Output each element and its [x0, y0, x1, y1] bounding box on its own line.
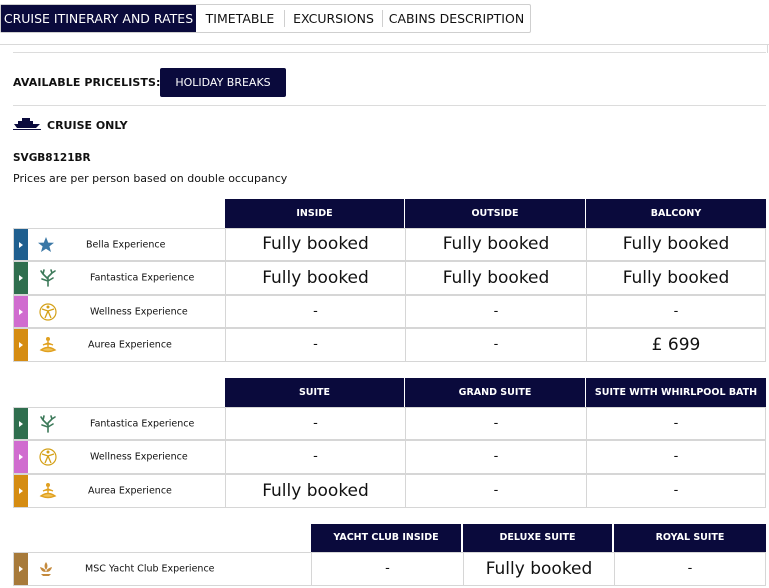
- star-icon: [38, 236, 54, 252]
- ship-icon: [13, 118, 41, 130]
- column-header-royal-suite: ROYAL SUITE: [614, 524, 766, 552]
- pricelists-label: AVAILABLE PRICELISTS:: [13, 76, 161, 89]
- column-header-yacht-club-inside: YACHT CLUB INSIDE: [311, 524, 461, 552]
- experience-row-wellness[interactable]: Wellness Experience: [13, 295, 225, 328]
- expand-toggle[interactable]: [14, 475, 28, 507]
- expand-arrow-icon: [19, 342, 23, 348]
- price-cell: -: [405, 474, 586, 508]
- expand-toggle[interactable]: [14, 329, 28, 361]
- holiday-breaks-button[interactable]: HOLIDAY BREAKS: [160, 68, 286, 97]
- experience-name: Fantastica Experience: [90, 418, 195, 429]
- price-cell: Fully booked: [586, 228, 766, 261]
- experience-name: Wellness Experience: [90, 306, 188, 317]
- expand-arrow-icon: [19, 275, 23, 281]
- price-cell: Fully booked: [405, 228, 586, 261]
- price-cell: -: [225, 295, 405, 328]
- experience-row-yacht-club[interactable]: MSC Yacht Club Experience: [13, 552, 311, 586]
- column-header-outside: OUTSIDE: [405, 199, 585, 228]
- price-cell: -: [225, 328, 405, 362]
- price-cell: Fully booked: [225, 228, 405, 261]
- experience-name: Wellness Experience: [90, 451, 188, 463]
- lotus-figure-icon: [39, 337, 57, 353]
- tab-timetable[interactable]: TIMETABLE: [196, 5, 284, 32]
- experience-row-fantastica[interactable]: Fantastica Experience: [13, 261, 225, 295]
- cruise-only-heading: CRUISE ONLY: [47, 119, 128, 132]
- column-header-inside: INSIDE: [225, 199, 404, 228]
- price-cell: -: [586, 474, 766, 508]
- edge-divider: [767, 44, 768, 53]
- column-header-deluxe-suite: DELUXE SUITE: [463, 524, 612, 552]
- price-cell: -: [225, 440, 405, 474]
- expand-arrow-icon: [19, 420, 23, 427]
- experience-row-wellness[interactable]: Wellness Experience: [13, 440, 225, 474]
- column-header-suite-whirlpool: SUITE WITH WHIRLPOOL BATH: [586, 378, 766, 407]
- expand-toggle[interactable]: [14, 553, 28, 585]
- expand-toggle[interactable]: [14, 262, 28, 294]
- expand-toggle[interactable]: [14, 408, 28, 439]
- price-cell: -: [311, 552, 463, 586]
- experience-row-bella[interactable]: Bella Experience: [13, 228, 225, 261]
- price-cell: -: [586, 295, 766, 328]
- column-header-suite: SUITE: [225, 378, 404, 407]
- expand-toggle[interactable]: [14, 296, 28, 327]
- price-cell: -: [614, 552, 766, 586]
- price-cell: -: [225, 407, 405, 440]
- tab-excursions[interactable]: EXCURSIONS: [285, 5, 382, 32]
- price-cell: -: [405, 295, 586, 328]
- yacht-club-icon: [40, 562, 52, 576]
- price-cell: Fully booked: [405, 261, 586, 295]
- coral-icon: [40, 414, 56, 433]
- experience-name: Fantastica Experience: [90, 272, 195, 284]
- wellness-figure-icon: [39, 448, 57, 466]
- experience-row-aurea[interactable]: Aurea Experience: [13, 328, 225, 362]
- section-divider: [13, 52, 766, 53]
- experience-name: Aurea Experience: [88, 339, 172, 351]
- expand-arrow-icon: [19, 566, 23, 572]
- pricing-note: Prices are per person based on double oc…: [13, 172, 288, 185]
- price-cell: Fully booked: [225, 474, 405, 508]
- section-divider: [13, 105, 766, 106]
- price-cell: £ 699: [586, 328, 766, 362]
- tab-cabins-description[interactable]: CABINS DESCRIPTION: [383, 5, 530, 32]
- price-cell: -: [586, 440, 766, 474]
- experience-name: Bella Experience: [86, 239, 166, 250]
- expand-arrow-icon: [19, 454, 23, 460]
- tab-cruise-itinerary-and-rates[interactable]: CRUISE ITINERARY AND RATES: [1, 5, 196, 32]
- price-cell: -: [405, 407, 586, 440]
- price-cell: Fully booked: [463, 552, 614, 586]
- expand-arrow-icon: [19, 241, 23, 248]
- price-cell: -: [405, 440, 586, 474]
- column-header-grand-suite: GRAND SUITE: [405, 378, 585, 407]
- experience-name: Aurea Experience: [88, 485, 172, 497]
- experience-row-aurea[interactable]: Aurea Experience: [13, 474, 225, 508]
- cruise-code: SVGB8121BR: [13, 152, 91, 164]
- expand-arrow-icon: [19, 308, 23, 315]
- experience-name: MSC Yacht Club Experience: [85, 563, 215, 575]
- price-cell: -: [405, 328, 586, 362]
- column-header-balcony: BALCONY: [586, 199, 766, 228]
- expand-arrow-icon: [19, 488, 23, 494]
- wellness-figure-icon: [39, 302, 57, 321]
- price-cell: -: [586, 407, 766, 440]
- coral-icon: [40, 269, 56, 287]
- experience-row-fantastica[interactable]: Fantastica Experience: [13, 407, 225, 440]
- header-divider: [0, 44, 769, 45]
- expand-toggle[interactable]: [14, 441, 28, 473]
- tab-bar: CRUISE ITINERARY AND RATES TIMETABLE EXC…: [0, 4, 531, 33]
- lotus-figure-icon: [39, 483, 57, 499]
- expand-toggle[interactable]: [14, 229, 28, 260]
- price-cell: Fully booked: [586, 261, 766, 295]
- price-cell: Fully booked: [225, 261, 405, 295]
